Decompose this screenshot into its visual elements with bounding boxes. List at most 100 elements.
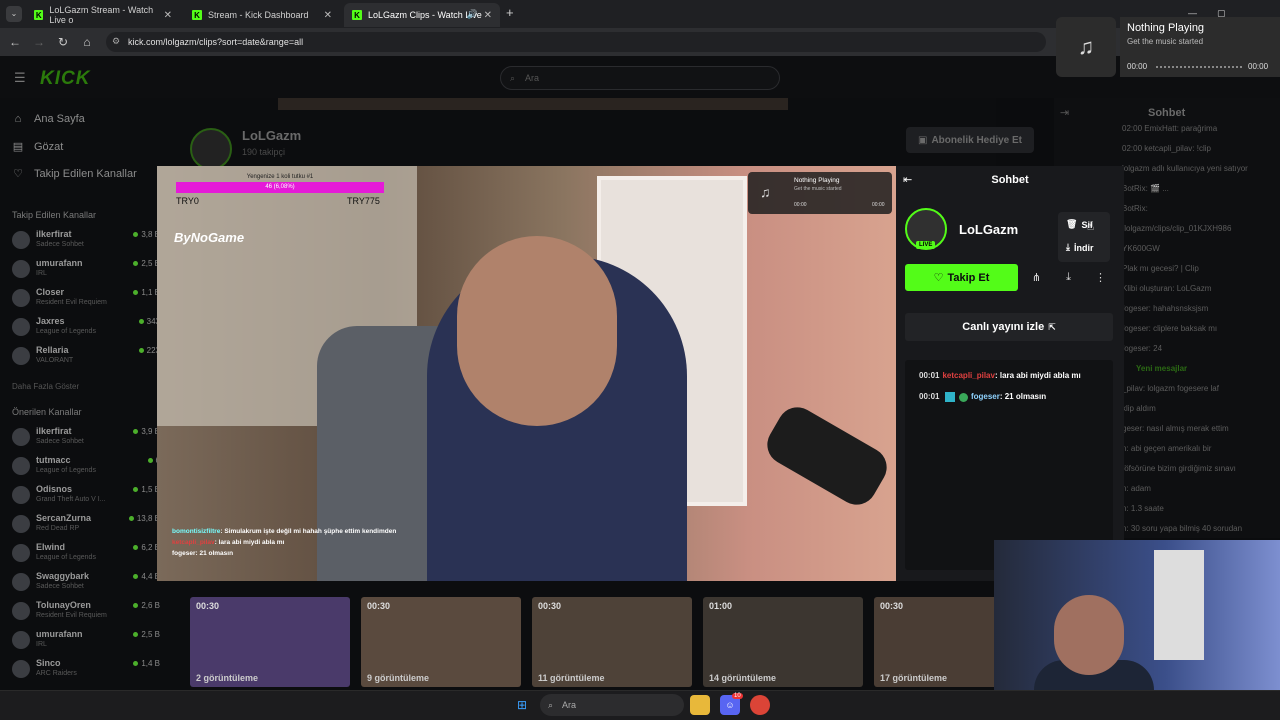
windows-start-icon[interactable]: ⊞ <box>512 695 532 715</box>
clip-thumbnail[interactable]: 00:30 2 görüntüleme <box>190 597 350 687</box>
stream-chat-line: 02:00 ketcapli_pilav: !clip <box>1122 144 1211 153</box>
tab-stream[interactable]: K LoLGazm Stream - Watch Live o ✕ <box>26 3 180 27</box>
tab-dashboard[interactable]: K Stream - Kick Dashboard ✕ <box>184 3 340 27</box>
kick-favicon-icon: K <box>352 10 362 20</box>
channel-avatar[interactable] <box>190 128 232 170</box>
viewer-count: 2,6 B <box>133 601 160 610</box>
channel-name: SercanZurna <box>36 513 92 523</box>
clip-thumbnail[interactable]: 00:30 9 görüntüleme <box>361 597 521 687</box>
avatar <box>12 515 30 533</box>
channel-name: Swaggybark <box>36 571 90 581</box>
show-more-link[interactable]: Daha Fazla Göster <box>12 382 79 391</box>
chat-text: : 21 olmasın <box>999 392 1047 402</box>
avatar <box>12 602 30 620</box>
stream-chat-line: _pilav: lolgazm fogesere laf <box>1122 384 1219 393</box>
sidebar-channel[interactable]: Elwind League of Legends 6,2 B <box>12 540 160 568</box>
new-tab-button[interactable]: + <box>506 5 514 20</box>
home-icon[interactable]: ⌂ <box>75 35 99 49</box>
chat-text: : lara abi miydi abla mı <box>994 371 1081 380</box>
sidebar-channel[interactable]: ilkerfirat Sadece Sohbet 3,9 B <box>12 424 160 452</box>
share-button[interactable]: ⋔ <box>1023 264 1050 291</box>
channel-name[interactable]: LoLGazm <box>242 128 301 143</box>
download-menu-item[interactable]: ⤓ İndir <box>1066 242 1093 253</box>
stream-chat-line: n: abi geçen amerikalı bir <box>1122 444 1212 453</box>
channel-category: IRL <box>36 641 47 648</box>
watch-live-button[interactable]: Canlı yayını izle ⇱ <box>905 313 1113 341</box>
now-playing-start: 00:00 <box>1127 62 1148 71</box>
url-field[interactable]: ⚙ kick.com/lolgazm/clips?sort=date&range… <box>106 32 1046 52</box>
sidebar-channel[interactable]: TolunayOren Resident Evil Requiem 2,6 B <box>12 598 160 626</box>
sidebar-channel[interactable]: Closer Resident Evil Requiem 1,1 B <box>12 285 160 313</box>
chat-time: 00:01 <box>919 392 940 402</box>
collapse-chat-icon[interactable]: ⇥ <box>1060 106 1069 119</box>
download-label: İndir <box>1073 242 1094 253</box>
chat-user[interactable]: fogeser <box>971 392 1000 401</box>
gift-sub-button[interactable]: ▣ Abonelik Hediye Et <box>906 127 1034 153</box>
sidebar-channel[interactable]: umurafann IRL 2,5 B <box>12 627 160 655</box>
viewer-count: 3,9 B <box>133 427 160 436</box>
channel-category: Resident Evil Requiem <box>36 299 107 306</box>
kick-logo[interactable]: KICK <box>40 68 90 90</box>
sidebar-channel[interactable]: tutmaccLeague of Legends6 <box>12 453 160 481</box>
chrome-icon[interactable] <box>750 695 770 715</box>
speaker-icon[interactable]: 🔊 <box>467 9 478 20</box>
clip-video[interactable] <box>157 166 896 581</box>
viewer-count: 3,8 B <box>133 230 160 239</box>
sidebar-channel[interactable]: SercanZurna Red Dead RP 13,8 B <box>12 511 160 539</box>
clip-thumbnail[interactable]: 01:00 14 görüntüleme <box>703 597 863 687</box>
follow-label: Takip Et <box>947 271 990 284</box>
site-info-icon[interactable]: ⚙ <box>112 36 120 47</box>
sidebar-channel[interactable]: Odisnos Grand Theft Auto V I... 1,5 B <box>12 482 160 510</box>
more-options-button[interactable]: ⋮ <box>1087 264 1114 291</box>
stream-chat-line: n: 30 soru yapa bilmiş 40 sorudan <box>1122 524 1243 533</box>
badge-icon <box>944 392 955 402</box>
nav-following[interactable]: ♡ Takip Edilen Kanallar <box>12 167 137 181</box>
overlay-chat-user: fogeser <box>172 550 196 557</box>
sidebar-channel[interactable]: ilkerfirat Sadece Sohbet 3,8 B <box>12 227 160 255</box>
channel-category: League of Legends <box>36 467 96 474</box>
sidebar-channel[interactable]: Rellaria VALORANT 223 <box>12 343 160 371</box>
clip-thumbnail[interactable]: 00:30 11 görüntüleme <box>532 597 692 687</box>
channel-category: League of Legends <box>36 328 96 335</box>
tab-clips[interactable]: K LoLGazm Clips - Watch Live 🔊 ✕ <box>344 3 500 27</box>
sidebar-channel[interactable]: Swaggybark Sadece Sohbet 4,4 B <box>12 569 160 597</box>
channel-name: umurafann <box>36 629 83 639</box>
now-playing-progress[interactable] <box>1156 66 1242 68</box>
streamer-name[interactable]: LoLGazm <box>959 222 1018 237</box>
clip-duration: 00:30 <box>367 601 391 611</box>
stream-chat-line: fogeser: 24 <box>1122 344 1163 353</box>
close-icon[interactable]: ✕ <box>324 10 332 21</box>
tab-list-button[interactable]: ⌄ <box>6 6 22 22</box>
sidebar-channel[interactable]: Sinco ARC Raiders 1,4 B <box>12 656 160 684</box>
download-button[interactable]: ⤓ <box>1055 264 1082 291</box>
url-text: kick.com/lolgazm/clips?sort=date&range=a… <box>128 37 304 47</box>
search-input[interactable]: ⌕ Ara <box>500 66 780 90</box>
goal-max: TRY775 <box>347 196 380 206</box>
viewer-count: 6,2 B <box>133 543 160 552</box>
chat-user[interactable]: ketcapli_pilav <box>942 371 994 380</box>
channel-followers: 190 takipçi <box>242 147 286 157</box>
nav-browse[interactable]: ▤ Gözat <box>12 140 64 154</box>
webcam-overlay <box>994 540 1280 698</box>
reload-icon[interactable]: ↻ <box>51 35 75 49</box>
back-icon[interactable]: ← <box>3 35 27 49</box>
sidebar-channel[interactable]: umurafann IRL 2,5 B <box>12 256 160 284</box>
close-icon[interactable]: ✕ <box>164 10 172 21</box>
close-icon[interactable]: ✕ <box>484 10 492 21</box>
file-explorer-icon[interactable] <box>690 695 710 715</box>
sidebar-channel[interactable]: Jaxres League of Legends 343 <box>12 314 160 342</box>
nav-home[interactable]: ⌂ Ana Sayfa <box>12 113 85 125</box>
microphone <box>760 400 894 512</box>
goal-min: TRY0 <box>176 196 199 206</box>
now-playing-subtitle: Get the music started <box>1127 37 1204 46</box>
menu-icon[interactable]: ☰ <box>14 70 26 86</box>
followed-heading: Takip Edilen Kanallar <box>12 210 97 220</box>
gift-icon: ▣ <box>917 134 928 146</box>
taskbar-search[interactable]: ⌕ Ara <box>540 694 684 716</box>
clip-duration: 00:30 <box>538 601 562 611</box>
forward-icon[interactable]: → <box>27 35 51 49</box>
avatar <box>12 631 30 649</box>
overlay-chat-line: bomontisizfiltre: Simulakrum işte değil … <box>172 526 396 537</box>
follow-button[interactable]: ♡ Takip Et <box>905 264 1018 291</box>
webcam-head <box>1054 595 1124 675</box>
